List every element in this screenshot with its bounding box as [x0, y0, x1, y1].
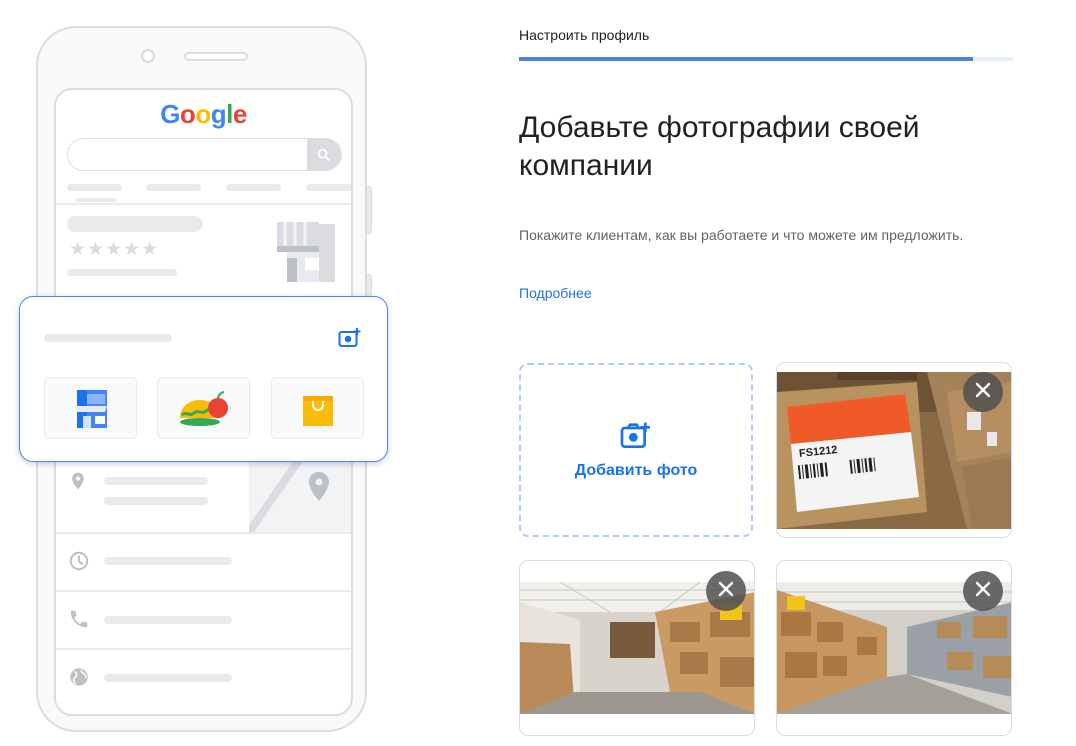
- close-icon: [975, 382, 991, 403]
- skeleton-website-line: [104, 674, 232, 682]
- remove-photo-button[interactable]: [963, 372, 1003, 412]
- food-icon: [157, 377, 250, 439]
- learn-more-link[interactable]: Подробнее: [519, 285, 592, 301]
- uploaded-photo-3[interactable]: [776, 560, 1012, 736]
- uploaded-photo-1[interactable]: FS1212: [776, 362, 1012, 538]
- add-photo-icon: [620, 421, 652, 456]
- uploaded-photo-2[interactable]: [519, 560, 755, 736]
- business-photos-card-illustration: [19, 296, 388, 462]
- storefront-icon: [44, 377, 137, 439]
- skeleton-tab: [306, 184, 351, 191]
- add-photo-label: Добавить фото: [574, 461, 698, 479]
- skeleton-tab: [146, 184, 201, 191]
- skeleton-tab: [226, 184, 281, 191]
- close-icon: [975, 581, 991, 602]
- location-pin-icon: [68, 470, 88, 497]
- clock-icon: [68, 550, 90, 577]
- map-thumbnail: [249, 460, 351, 532]
- phone-side-button: [366, 186, 372, 234]
- divider: [56, 648, 351, 650]
- phone-speaker: [184, 52, 248, 61]
- divider: [56, 590, 351, 592]
- page-description: Покажите клиентам, как вы работаете и чт…: [519, 227, 964, 243]
- divider: [56, 203, 351, 205]
- progress-bar: [519, 57, 1013, 61]
- skeleton-address-line: [104, 497, 208, 505]
- phone-camera: [141, 49, 155, 63]
- shopping-bag-icon: [271, 377, 364, 439]
- page-title: Добавьте фотографии своей компании: [519, 111, 920, 182]
- google-logo: Google: [56, 99, 351, 130]
- step-label: Настроить профиль: [519, 27, 650, 43]
- divider: [56, 532, 351, 534]
- logo-letter: o: [195, 99, 211, 129]
- skeleton-tab: [67, 184, 122, 191]
- rating-stars: ★★★★★: [69, 238, 160, 260]
- add-photo-icon: [338, 327, 362, 354]
- skeleton-business-info: [67, 269, 177, 276]
- skeleton-business-name: [67, 216, 203, 232]
- skeleton-address-line: [104, 477, 208, 485]
- skeleton-tab-indicator: [76, 198, 116, 202]
- close-icon: [718, 581, 734, 602]
- logo-letter: g: [210, 99, 227, 129]
- storefront-illustration-icon: [273, 218, 339, 289]
- phone-icon: [68, 608, 90, 635]
- search-bar-illustration: [67, 138, 342, 171]
- remove-photo-button[interactable]: [963, 571, 1003, 611]
- logo-letter: G: [160, 99, 180, 129]
- globe-icon: [68, 666, 90, 693]
- skeleton-card-title: [44, 334, 172, 342]
- search-icon: [307, 139, 341, 170]
- logo-letter: l: [226, 99, 233, 129]
- skeleton-phone-line: [104, 616, 232, 624]
- progress-bar-fill: [519, 57, 974, 61]
- add-photo-button[interactable]: Добавить фото: [519, 363, 753, 537]
- remove-photo-button[interactable]: [706, 571, 746, 611]
- logo-letter: e: [232, 99, 247, 129]
- skeleton-hours-line: [104, 557, 232, 565]
- logo-letter: o: [179, 99, 196, 129]
